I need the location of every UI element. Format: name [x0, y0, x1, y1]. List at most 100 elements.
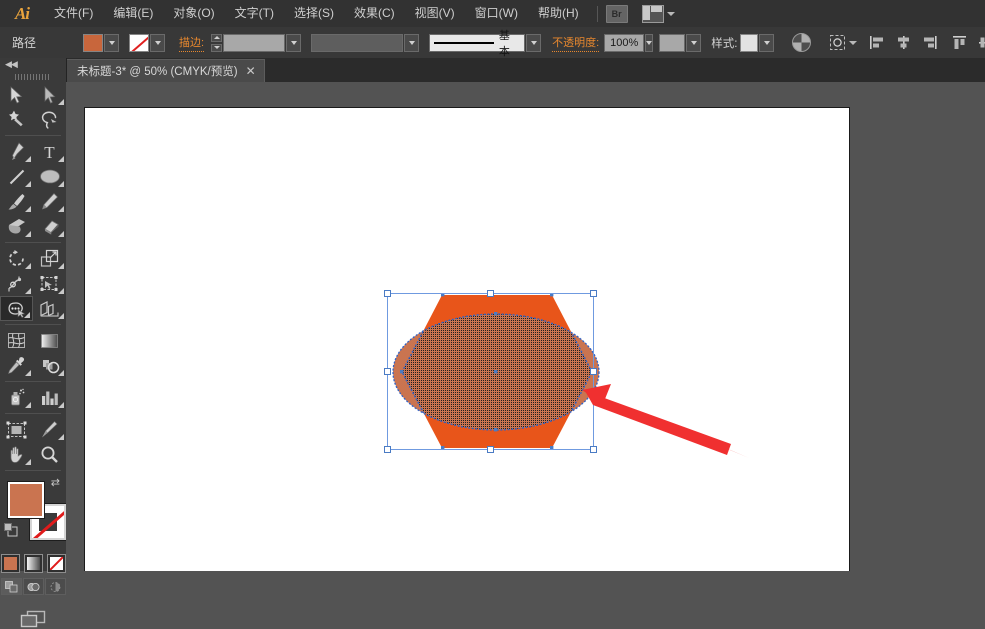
blob-brush-tool[interactable]: [0, 214, 33, 239]
line-segment-tool[interactable]: [0, 164, 33, 189]
swap-fill-stroke-icon[interactable]: ⇄: [51, 476, 60, 489]
eyedropper-tool[interactable]: [0, 353, 33, 378]
stepper-down[interactable]: [211, 43, 223, 52]
default-fill-stroke-icon[interactable]: [4, 523, 18, 537]
graphic-style-control[interactable]: [740, 33, 775, 52]
mesh-tool[interactable]: [0, 328, 33, 353]
object-type-label: 路径: [12, 36, 37, 50]
screen-mode-button[interactable]: [0, 609, 66, 629]
brush-dropdown-button[interactable]: [526, 33, 542, 52]
paintbrush-tool[interactable]: [0, 189, 33, 214]
opacity-input[interactable]: 100%: [604, 33, 645, 52]
type-tool[interactable]: T: [33, 139, 66, 164]
close-icon[interactable]: ✕: [246, 65, 256, 77]
bridge-icon[interactable]: Br: [605, 4, 628, 23]
stroke-weight-stepper[interactable]: [211, 33, 223, 52]
fill-proxy-swatch[interactable]: [8, 482, 44, 518]
tools-divider: [5, 470, 61, 471]
zoom-tool[interactable]: [33, 442, 66, 467]
fill-color-control[interactable]: [83, 33, 120, 52]
opacity-preview-dropdown-button[interactable]: [686, 33, 702, 52]
align-center-h-icon[interactable]: [895, 33, 912, 53]
screen-mode-icon: [20, 610, 46, 628]
select-similar-control[interactable]: [829, 34, 858, 51]
stroke-swatch-none[interactable]: [129, 33, 150, 52]
transparency-icon[interactable]: [792, 33, 812, 53]
menu-help[interactable]: 帮助(H): [528, 0, 589, 27]
artboard-tool[interactable]: [0, 417, 33, 442]
perspective-grid-tool[interactable]: [33, 296, 66, 321]
annotation-arrow: [582, 384, 749, 458]
style-dropdown-button[interactable]: [759, 33, 775, 52]
stroke-weight-label[interactable]: 描边:: [179, 34, 205, 52]
stroke-dropdown-button[interactable]: [150, 33, 166, 52]
pen-tool[interactable]: [0, 139, 33, 164]
brush-field[interactable]: 基本: [429, 30, 526, 58]
artboard[interactable]: [85, 108, 849, 571]
free-transform-tool[interactable]: [33, 271, 66, 296]
align-right-icon[interactable]: [921, 33, 938, 53]
lasso-tool[interactable]: [33, 107, 66, 132]
style-swatch[interactable]: [740, 33, 759, 52]
draw-behind-button[interactable]: [22, 578, 44, 595]
tools-divider: [5, 381, 61, 382]
workspace-icon: [641, 4, 664, 23]
align-middle-v-icon[interactable]: [977, 33, 985, 53]
fill-stroke-proxy: ⇄: [0, 474, 66, 554]
selection-tool[interactable]: [0, 82, 33, 107]
menu-edit[interactable]: 编辑(E): [103, 0, 163, 27]
stroke-weight-control[interactable]: [211, 33, 302, 52]
stroke-profile-dropdown-button[interactable]: [404, 33, 420, 52]
menu-file[interactable]: 文件(F): [44, 0, 103, 27]
stroke-color-control[interactable]: [129, 33, 166, 52]
draw-normal-button[interactable]: [0, 578, 22, 595]
hand-tool[interactable]: [0, 442, 33, 467]
menu-view[interactable]: 视图(V): [405, 0, 465, 27]
ellipse-tool[interactable]: [33, 164, 66, 189]
collapse-panel-icon[interactable]: ◀◀: [0, 58, 66, 71]
document-tab[interactable]: 未标题-3* @ 50% (CMYK/预览) ✕: [66, 59, 265, 82]
tools-panel-grip[interactable]: [0, 71, 66, 82]
menu-effect[interactable]: 效果(C): [344, 0, 405, 27]
menu-bar: Ai 文件(F) 编辑(E) 对象(O) 文字(T) 选择(S) 效果(C) 视…: [0, 0, 985, 28]
brush-definition-control[interactable]: 基本: [429, 30, 542, 58]
rotate-tool[interactable]: [0, 246, 33, 271]
stepper-up[interactable]: [211, 33, 223, 42]
shape-builder-tool[interactable]: [0, 296, 33, 321]
chevron-down-icon: [666, 11, 675, 16]
magic-wand-tool[interactable]: [0, 107, 33, 132]
blend-tool[interactable]: [33, 353, 66, 378]
none-swatch-button[interactable]: [46, 554, 66, 573]
gradient-tool[interactable]: [33, 328, 66, 353]
document-tab-title: 未标题-3* @ 50% (CMYK/预览): [77, 66, 238, 78]
menu-object[interactable]: 对象(O): [163, 0, 224, 27]
slice-tool[interactable]: [33, 417, 66, 442]
fill-swatch[interactable]: [83, 33, 104, 52]
opacity-label[interactable]: 不透明度:: [552, 34, 600, 52]
menu-select[interactable]: 选择(S): [284, 0, 344, 27]
menu-window[interactable]: 窗口(W): [465, 0, 528, 27]
workspace-switcher[interactable]: [641, 4, 675, 23]
fill-dropdown-button[interactable]: [104, 33, 120, 52]
align-left-icon[interactable]: [869, 33, 886, 53]
stroke-weight-field[interactable]: [223, 33, 286, 52]
symbol-sprayer-tool[interactable]: [0, 385, 33, 410]
align-top-icon[interactable]: [951, 33, 968, 53]
column-graph-tool[interactable]: [33, 385, 66, 410]
direct-selection-tool[interactable]: [33, 82, 66, 107]
eraser-tool[interactable]: [33, 214, 66, 239]
stroke-profile-control[interactable]: [311, 33, 420, 52]
menu-type[interactable]: 文字(T): [225, 0, 284, 27]
stroke-profile-field[interactable]: [311, 33, 404, 52]
scale-tool[interactable]: [33, 246, 66, 271]
color-swatch-button[interactable]: [0, 554, 20, 573]
draw-inside-button[interactable]: [44, 578, 66, 595]
style-label: 样式:: [711, 37, 738, 50]
width-tool[interactable]: [0, 271, 33, 296]
app-logo: Ai: [14, 3, 30, 23]
pencil-tool[interactable]: [33, 189, 66, 214]
opacity-dropdown-button[interactable]: [645, 33, 654, 52]
gradient-swatch-button[interactable]: [23, 554, 43, 573]
canvas-area[interactable]: [66, 82, 985, 571]
stroke-weight-dropdown-button[interactable]: [286, 33, 302, 52]
